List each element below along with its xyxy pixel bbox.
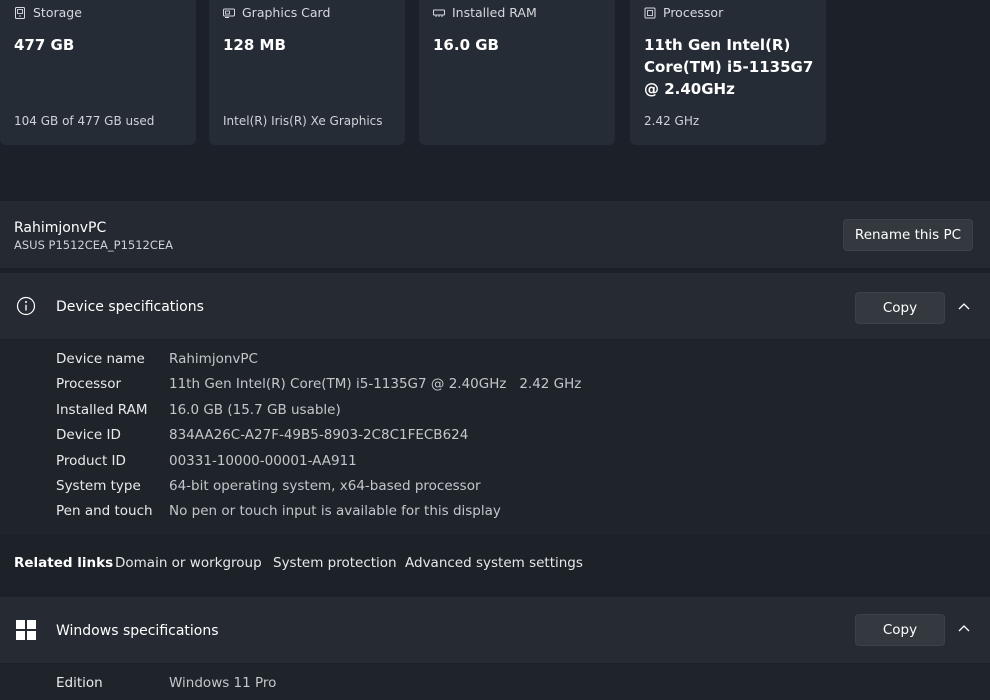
system-protection-link[interactable]: System protection	[273, 555, 397, 571]
domain-or-workgroup-link[interactable]: Domain or workgroup	[115, 555, 262, 571]
spec-key: Device ID	[56, 427, 121, 443]
card-title: Processor	[663, 5, 724, 20]
card-title: Storage	[33, 5, 82, 20]
section-title: Windows specifications	[56, 623, 219, 639]
hardware-cards: Storage 477 GB 104 GB of 477 GB used Gra…	[0, 0, 990, 145]
spec-key: Product ID	[56, 453, 126, 469]
device-specifications-body: Device name RahimjonvPC Processor 11th Gen…	[0, 340, 990, 535]
copy-device-specs-button[interactable]: Copy	[855, 292, 945, 324]
card-subtext: Intel(R) Iris(R) Xe Graphics	[223, 114, 383, 128]
card-title: Installed RAM	[452, 5, 537, 20]
rename-pc-button[interactable]: Rename this PC	[843, 219, 973, 251]
chevron-up-icon[interactable]	[956, 300, 972, 312]
windows-specifications-header[interactable]: Windows specifications Copy	[0, 597, 990, 663]
spec-key: Edition	[56, 675, 103, 691]
card-subtext: 2.42 GHz	[644, 114, 700, 128]
card-title: Graphics Card	[242, 5, 331, 20]
card-value: 16.0 GB	[433, 36, 499, 54]
windows-specifications-body: Edition Windows 11 Pro	[0, 664, 990, 700]
processor-card[interactable]: Processor 11th Gen Intel(R) Core(TM) i5-…	[630, 0, 826, 145]
spec-row: Device ID 834AA26C-A27F-49B5-8903-2C8C1FE…	[0, 427, 990, 449]
spec-value: 00331-10000-00001-AA911	[169, 453, 357, 469]
spec-key: Device name	[56, 351, 145, 367]
spec-row: Installed RAM 16.0 GB (15.7 GB usable)	[0, 402, 990, 424]
advanced-system-settings-link[interactable]: Advanced system settings	[405, 555, 583, 571]
spec-row: Edition Windows 11 Pro	[0, 675, 990, 697]
section-title: Device specifications	[56, 299, 204, 315]
card-value: 477 GB	[14, 36, 75, 54]
storage-icon	[15, 6, 25, 19]
installed-ram-card[interactable]: Installed RAM 16.0 GB	[419, 0, 615, 145]
graphics-card-header: Graphics Card	[223, 5, 330, 20]
spec-value: RahimjonvPC	[169, 351, 258, 367]
pc-name-row: RahimjonvPC ASUS P1512CEA_P1512CEA Renam…	[0, 201, 990, 268]
spec-row: Processor 11th Gen Intel(R) Core(TM) i5-1…	[0, 376, 990, 398]
storage-card[interactable]: Storage 477 GB 104 GB of 477 GB used	[0, 0, 196, 145]
copy-windows-specs-button[interactable]: Copy	[855, 614, 945, 646]
spec-value: 16.0 GB (15.7 GB usable)	[169, 402, 341, 418]
spec-row: Pen and touch No pen or touch input is av…	[0, 503, 990, 525]
chevron-up-icon[interactable]	[956, 622, 972, 634]
related-links-label: Related links	[14, 555, 114, 571]
spec-value: 834AA26C-A27F-49B5-8903-2C8C1FECB624	[169, 427, 469, 443]
card-subtext: 104 GB of 477 GB used	[14, 114, 155, 128]
spec-key: Processor	[56, 376, 122, 392]
storage-card-header: Storage	[14, 5, 82, 20]
spec-value: Windows 11 Pro	[169, 675, 277, 691]
graphics-card-icon	[223, 8, 235, 18]
spec-value: No pen or touch input is available for t…	[169, 503, 501, 519]
related-links-bar: Related links Domain or workgroup System…	[0, 536, 990, 592]
spec-key: Pen and touch	[56, 503, 153, 519]
graphics-card-card[interactable]: Graphics Card 128 MB Intel(R) Iris(R) Xe…	[209, 0, 405, 145]
spec-value: 64-bit operating system, x64-based proce…	[169, 478, 481, 494]
pc-name: RahimjonvPC	[14, 220, 107, 236]
device-specifications-header[interactable]: Device specifications Copy	[0, 273, 990, 339]
installed-ram-header: Installed RAM	[433, 5, 537, 20]
windows-logo-icon	[16, 620, 36, 640]
card-value: 11th Gen Intel(R) Core(TM) i5-1135G7 @ 2…	[644, 36, 814, 98]
spec-row: Device name RahimjonvPC	[0, 351, 990, 373]
spec-value: 11th Gen Intel(R) Core(TM) i5-1135G7 @ 2…	[169, 376, 582, 392]
spec-key: Installed RAM	[56, 402, 148, 418]
spec-row: System type 64-bit operating system, x64-…	[0, 478, 990, 500]
card-value: 128 MB	[223, 36, 286, 54]
spec-key: System type	[56, 478, 141, 494]
info-icon	[16, 296, 36, 316]
ram-icon	[433, 9, 445, 17]
spec-row: Product ID 00331-10000-00001-AA911	[0, 453, 990, 475]
processor-icon	[644, 7, 656, 18]
processor-header: Processor	[644, 5, 723, 20]
pc-model: ASUS P1512CEA_P1512CEA	[14, 238, 174, 252]
